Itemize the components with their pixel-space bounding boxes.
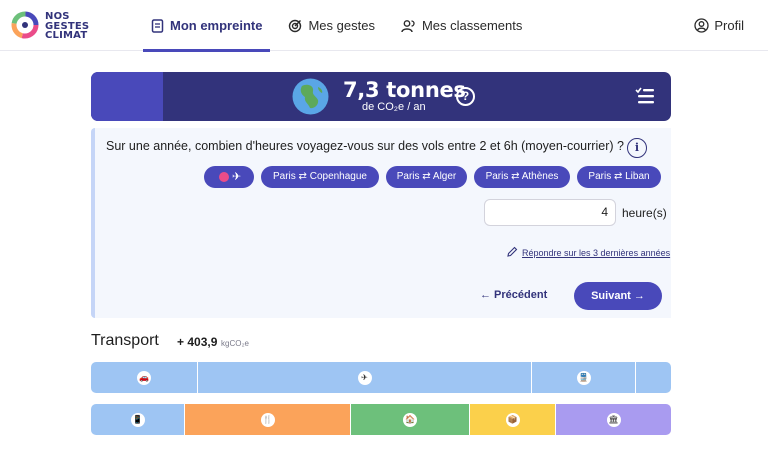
car-icon: 🚗 [137, 370, 151, 385]
category-title: Transport [91, 332, 159, 349]
nav-label: Mes gestes [308, 18, 375, 33]
nav-label: Mon empreinte [170, 18, 263, 33]
segment-divers[interactable]: 📦 [469, 404, 555, 435]
globe-icon [292, 78, 329, 115]
question-text: Sur une année, combien d'heures voyagez-… [106, 139, 624, 153]
chip-paris-alger[interactable]: Paris ⇄ Alger [386, 166, 467, 188]
help-icon[interactable]: ? [456, 87, 475, 106]
nav-mes-gestes[interactable]: Mes gestes [280, 0, 382, 51]
main-nav: Mon empreinte Mes gestes Mes classements [143, 0, 540, 52]
segment-plane[interactable]: ✈ [197, 362, 531, 393]
next-button[interactable]: Suivant → [574, 282, 662, 310]
logo-text: NOS GESTES CLIMAT [45, 11, 90, 41]
segment-train[interactable]: 🚆 [531, 362, 635, 393]
top-header: NOS GESTES CLIMAT Mon empreinte Mes gest… [0, 0, 768, 52]
plane-icon: ✈ [232, 171, 242, 183]
list-check-icon[interactable] [635, 87, 655, 105]
transport-breakdown-bar: 🚗 ✈ 🚆 [91, 362, 671, 393]
group-icon [401, 19, 415, 32]
fork-knife-icon: 🍴 [260, 412, 275, 427]
three-years-link[interactable]: Répondre sur les 3 dernières années [522, 248, 670, 258]
house-icon: 🏠 [403, 412, 417, 427]
hours-unit-label: heure(s) [622, 206, 667, 220]
previous-button[interactable]: ← Précédent [480, 289, 547, 301]
nav-label: Mes classements [421, 18, 523, 33]
hours-input[interactable]: 4 [484, 199, 616, 226]
segment-alimentation[interactable]: 🍴 [184, 404, 350, 435]
target-icon [289, 19, 302, 32]
segment-logement[interactable]: 🏠 [350, 404, 469, 435]
train-icon: 🚆 [576, 370, 591, 385]
pencil-icon [507, 246, 518, 257]
segment-transport[interactable]: 📱 [91, 404, 184, 435]
nav-mes-classements[interactable]: Mes classements [393, 0, 530, 51]
segment-car[interactable]: 🚗 [91, 362, 197, 393]
plane-icon: ✈ [357, 370, 372, 385]
chip-no-flight[interactable]: ✈ [204, 166, 254, 188]
segment-services[interactable]: 🏛 [555, 404, 671, 435]
phone-icon: 📱 [130, 412, 145, 427]
profile-label: Profil [714, 18, 744, 33]
footprint-value: 7,3 tonnes [343, 78, 466, 102]
chip-paris-copenhague[interactable]: Paris ⇄ Copenhague [261, 166, 379, 188]
category-value: + 403,9 [177, 335, 218, 349]
banner-accent [91, 72, 163, 121]
category-unit: kgCO₂e [221, 339, 250, 348]
logo-icon [11, 11, 39, 39]
footprint-unit: de CO₂e / an [362, 101, 426, 113]
profile-link[interactable]: Profil [694, 0, 744, 51]
category-breakdown-bar: 📱 🍴 🏠 📦 🏛 [91, 404, 671, 435]
logo[interactable]: NOS GESTES CLIMAT [10, 10, 110, 42]
chip-paris-liban[interactable]: Paris ⇄ Liban [577, 166, 661, 188]
package-icon: 📦 [505, 412, 520, 427]
building-icon: 🏛 [606, 412, 621, 427]
user-circle-icon [694, 18, 710, 33]
info-icon[interactable]: i [627, 138, 647, 158]
no-icon [219, 172, 229, 182]
chip-paris-athenes[interactable]: Paris ⇄ Athènes [474, 166, 570, 188]
footprint-icon [151, 18, 164, 33]
nav-mon-empreinte[interactable]: Mon empreinte [143, 0, 271, 52]
segment-other-transport[interactable] [635, 362, 671, 393]
